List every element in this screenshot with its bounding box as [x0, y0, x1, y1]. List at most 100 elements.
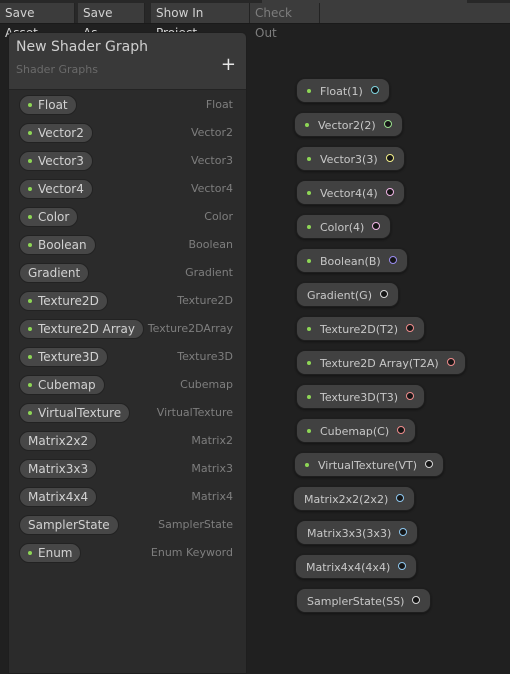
blackboard-property-row[interactable]: Vector2 Vector2 [19, 123, 235, 143]
save-as-button[interactable]: Save As... [78, 3, 145, 40]
blackboard-property-row[interactable]: VirtualTexture VirtualTexture [19, 403, 235, 423]
output-port-icon[interactable] [425, 460, 434, 468]
node-label: Float(1) [320, 85, 363, 98]
blackboard-property-row[interactable]: Matrix2x2 Matrix2 [19, 431, 235, 451]
output-port-icon[interactable] [385, 154, 394, 162]
blackboard-property-row[interactable]: Matrix4x4 Matrix4 [19, 487, 235, 507]
property-type: Matrix3 [191, 462, 233, 475]
property-pill[interactable]: Texture2D [19, 291, 108, 311]
property-node[interactable]: Vector4(4) [296, 180, 405, 205]
output-port-icon[interactable] [397, 426, 406, 434]
show-in-project-button[interactable]: Show In Project [151, 3, 250, 40]
property-name: Texture2D Array [38, 322, 135, 336]
property-node[interactable]: Vector3(3) [296, 146, 405, 171]
property-node[interactable]: SamplerState(SS) [296, 588, 432, 613]
property-name: Gradient [28, 266, 81, 280]
property-node[interactable]: Vector2(2) [294, 112, 403, 137]
property-node[interactable]: Texture2D Array(T2A) [296, 350, 466, 375]
property-node[interactable]: Boolean(B) [296, 248, 408, 273]
output-port-icon[interactable] [385, 188, 394, 196]
node-label: Matrix3x3(3x3) [307, 527, 392, 540]
property-pill[interactable]: Cubemap [19, 375, 105, 395]
save-asset-button[interactable]: Save Asset [0, 3, 75, 40]
property-pill[interactable]: Float [19, 95, 77, 115]
blackboard-property-row[interactable]: Gradient Gradient [19, 263, 235, 283]
property-pill[interactable]: Boolean [19, 235, 96, 255]
exposed-indicator-icon [307, 89, 311, 93]
property-type: Cubemap [180, 378, 233, 391]
output-port-icon[interactable] [372, 222, 381, 230]
blackboard-property-row[interactable]: Texture2D Array Texture2DArray [19, 319, 235, 339]
property-type: Vector4 [190, 182, 233, 195]
output-port-icon[interactable] [406, 324, 415, 332]
property-type: Vector2 [190, 126, 233, 139]
exposed-indicator-icon [307, 259, 311, 263]
property-node[interactable]: Matrix3x3(3x3) [296, 520, 419, 545]
property-node[interactable]: Matrix2x2(2x2) [293, 486, 416, 511]
node-label: Matrix2x2(2x2) [304, 493, 389, 506]
blackboard-property-row[interactable]: Texture3D Texture3D [19, 347, 235, 367]
property-type: Color [204, 210, 233, 223]
exposed-indicator-icon [28, 382, 32, 387]
property-node[interactable]: Matrix4x4(4x4) [295, 554, 418, 579]
blackboard-property-row[interactable]: Cubemap Cubemap [19, 375, 235, 395]
property-pill[interactable]: Matrix2x2 [19, 431, 98, 451]
property-pill[interactable]: Vector2 [19, 123, 93, 143]
property-pill[interactable]: Matrix4x4 [19, 487, 98, 507]
output-port-icon[interactable] [406, 392, 415, 400]
exposed-indicator-icon [307, 327, 311, 331]
property-type: VirtualTexture [156, 406, 233, 419]
blackboard-property-row[interactable]: Vector4 Vector4 [19, 179, 235, 199]
blackboard-property-row[interactable]: SamplerState SamplerState [19, 515, 235, 535]
property-node[interactable]: Color(4) [296, 214, 392, 239]
property-node[interactable]: Texture3D(T3) [296, 384, 426, 409]
property-name: Float [38, 98, 68, 112]
blackboard-title[interactable]: New Shader Graph [16, 39, 148, 55]
property-name: Boolean [38, 238, 87, 252]
output-port-icon[interactable] [399, 528, 408, 536]
output-port-icon[interactable] [383, 120, 392, 128]
property-pill[interactable]: Vector4 [19, 179, 93, 199]
output-port-icon[interactable] [396, 494, 405, 502]
blackboard-property-row[interactable]: Texture2D Texture2D [19, 291, 235, 311]
property-pill[interactable]: Matrix3x3 [19, 459, 98, 479]
property-node[interactable]: Gradient(G) [296, 282, 399, 307]
node-label: Texture3D(T3) [320, 391, 399, 404]
property-node[interactable]: Cubemap(C) [296, 418, 417, 443]
blackboard-property-row[interactable]: Enum Enum Keyword [19, 543, 235, 563]
blackboard-property-row[interactable]: Float Float [19, 95, 235, 115]
exposed-indicator-icon [307, 429, 311, 433]
property-node[interactable]: Float(1) [296, 78, 390, 103]
exposed-indicator-icon [28, 298, 32, 303]
property-type: Gradient [185, 266, 233, 279]
plus-icon[interactable]: + [221, 56, 236, 74]
blackboard-property-row[interactable]: Boolean Boolean [19, 235, 235, 255]
output-port-icon[interactable] [446, 358, 455, 366]
property-name: Enum [38, 546, 73, 560]
exposed-indicator-icon [28, 354, 32, 359]
blackboard-property-row[interactable]: Vector3 Vector3 [19, 151, 235, 171]
node-label: Texture2D Array(T2A) [320, 357, 439, 370]
blackboard-header: New Shader Graph Shader Graphs + [9, 33, 246, 90]
property-pill[interactable]: Texture3D [19, 347, 108, 367]
output-port-icon[interactable] [380, 290, 388, 298]
property-pill[interactable]: SamplerState [19, 515, 119, 535]
output-port-icon[interactable] [370, 86, 379, 94]
output-port-icon[interactable] [398, 562, 407, 570]
property-node[interactable]: VirtualTexture(VT) [294, 452, 445, 477]
property-pill[interactable]: Gradient [19, 263, 90, 283]
property-pill[interactable]: Vector3 [19, 151, 93, 171]
output-port-icon[interactable] [388, 256, 397, 264]
property-pill[interactable]: Texture2D Array [19, 319, 144, 339]
exposed-indicator-icon [28, 410, 32, 415]
property-pill[interactable]: Color [19, 207, 79, 227]
property-name: Texture3D [38, 350, 99, 364]
exposed-indicator-icon [307, 157, 311, 161]
output-port-icon[interactable] [412, 596, 421, 604]
property-type: Enum Keyword [150, 546, 233, 559]
blackboard-property-row[interactable]: Matrix3x3 Matrix3 [19, 459, 235, 479]
property-pill[interactable]: Enum [19, 543, 82, 563]
blackboard-property-row[interactable]: Color Color [19, 207, 235, 227]
property-pill[interactable]: VirtualTexture [19, 403, 131, 423]
property-node[interactable]: Texture2D(T2) [296, 316, 426, 341]
